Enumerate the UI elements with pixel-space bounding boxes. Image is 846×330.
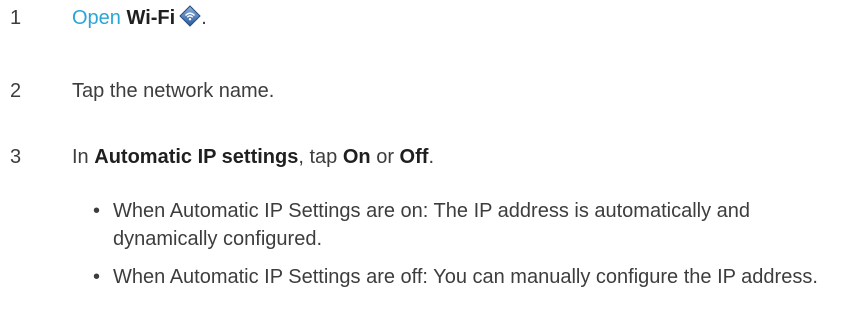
bullet-list: • When Automatic IP Settings are on: The… [93, 197, 833, 301]
bullet-icon: • [93, 200, 101, 222]
option-off: Off [399, 146, 429, 168]
bullet-text: When Automatic IP Settings are off: You … [113, 266, 818, 288]
bullet-text: When Automatic IP Settings are on: The I… [113, 200, 751, 250]
open-link[interactable]: Open [72, 7, 121, 29]
list-item: • When Automatic IP Settings are off: Yo… [93, 263, 833, 291]
step-text: In Automatic IP settings, tap On or Off. [72, 146, 434, 168]
step-number: 1 [10, 7, 22, 29]
app-name: Wi-Fi [126, 7, 176, 29]
step-number: 2 [10, 80, 22, 102]
list-item: • When Automatic IP Settings are on: The… [93, 197, 833, 253]
step-text: Open Wi-Fi . [72, 5, 207, 29]
option-on: On [342, 146, 371, 168]
wifi-settings-icon [179, 5, 201, 27]
bullet-icon: • [93, 266, 101, 288]
step-text: Tap the network name. [72, 80, 275, 102]
step-number: 3 [10, 146, 22, 168]
setting-name: Automatic IP settings [94, 146, 299, 168]
